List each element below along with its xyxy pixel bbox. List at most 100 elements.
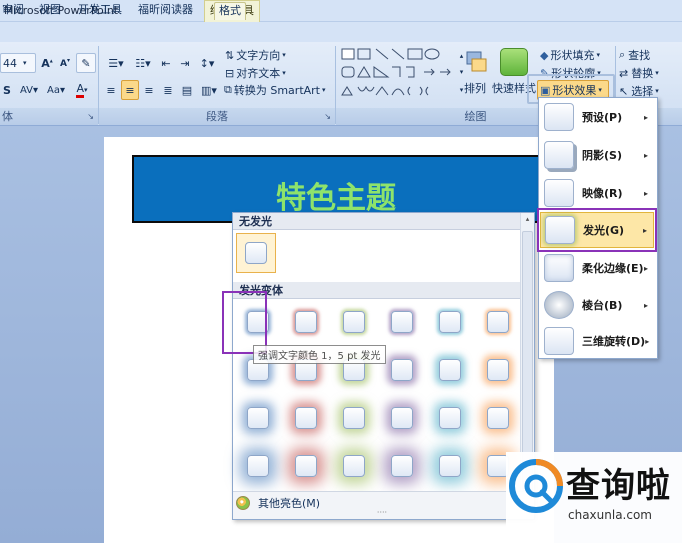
no-glow-header: 无发光	[233, 213, 520, 230]
submenu-arrow-icon: ▸	[644, 300, 649, 310]
effects-menu-item-label: 阴影(S)	[582, 149, 622, 162]
glow-item-highlight	[537, 208, 657, 252]
no-glow-swatch[interactable]	[236, 233, 276, 273]
grow-font-icon: A▴	[41, 56, 53, 70]
glow-variant-swatch[interactable]	[478, 398, 518, 438]
char-spacing-button[interactable]: AV▾	[16, 80, 42, 100]
font-size-box[interactable]: 44 ▾	[0, 53, 36, 73]
glow-preview-icon	[487, 311, 509, 333]
watermark: 查询啦 chaxunla.com	[506, 452, 682, 543]
tab-developer[interactable]: 开发工具	[74, 2, 126, 20]
tab-foxit-reader[interactable]: 福昕阅读器	[134, 2, 197, 20]
shrink-font-button[interactable]: A▾	[56, 53, 74, 73]
glow-variant-swatch[interactable]	[430, 446, 470, 486]
paint-bucket-icon: ◆	[540, 48, 549, 62]
glow-variant-swatch[interactable]	[334, 398, 374, 438]
justify-button[interactable]: ≣	[159, 80, 177, 100]
align-left-icon: ≡	[106, 83, 116, 97]
palette-icon	[236, 496, 250, 510]
grow-font-button[interactable]: A▴	[38, 53, 56, 73]
shadow-text-button[interactable]: S	[0, 80, 14, 100]
arrange-label: 排列	[464, 82, 486, 95]
effects-menu-item[interactable]: 三维旋转(D) ▸	[540, 323, 654, 359]
shape-fill-label: 形状填充	[550, 49, 595, 62]
glow-preview-icon	[439, 359, 461, 381]
effects-menu-item[interactable]: 棱台(B) ▸	[540, 287, 654, 323]
glow-variant-swatch[interactable]	[382, 398, 422, 438]
line-spacing-button[interactable]: ↕▾	[195, 53, 219, 73]
glow-variant-swatch[interactable]	[382, 446, 422, 486]
tab-review[interactable]: 审阅	[0, 2, 28, 20]
numbering-button[interactable]: ☷▾	[130, 53, 156, 73]
effects-menu-item[interactable]: 柔化边缘(E) ▸	[540, 250, 654, 286]
glow-variant-swatch[interactable]	[334, 302, 374, 342]
glow-variant-swatch[interactable]	[382, 350, 422, 390]
glow-preview-icon	[343, 311, 365, 333]
glow-variant-swatch[interactable]	[430, 350, 470, 390]
find-label: 查找	[628, 49, 651, 62]
scroll-up-arrow-icon[interactable]: ▴	[522, 215, 533, 227]
effects-menu-item[interactable]: 预设(P) ▸	[540, 99, 654, 135]
glow-variant-swatch[interactable]	[430, 398, 470, 438]
arrange-button[interactable]: 排列	[461, 44, 489, 104]
glow-preview-icon	[487, 407, 509, 429]
decrease-indent-icon: ⇤	[161, 56, 171, 70]
text-direction-button[interactable]: ⇅ 文字方向 ▾	[224, 45, 294, 65]
resize-grip-icon[interactable]: ····	[372, 509, 392, 517]
shadow-icon	[544, 141, 574, 169]
glow-preview-icon	[391, 407, 413, 429]
convert-smartart-button[interactable]: ⧉ 转换为 SmartArt ▾	[223, 80, 331, 100]
bevel-icon	[544, 291, 574, 319]
dialog-launcher-icon[interactable]: ↘	[324, 108, 331, 125]
bullets-button[interactable]: ☰▾	[103, 53, 129, 73]
glow-preview-icon	[247, 407, 269, 429]
align-right-button[interactable]: ≡	[140, 80, 158, 100]
shapes-gallery[interactable]	[340, 47, 456, 105]
increase-indent-button[interactable]: ⇥	[176, 53, 194, 73]
replace-button[interactable]: ⇄ 替换 ▾	[618, 63, 680, 83]
find-button[interactable]: ⌕ 查找	[618, 45, 680, 65]
align-left-button[interactable]: ≡	[102, 80, 120, 100]
distributed-button[interactable]: ▤	[178, 80, 196, 100]
shape-fill-button[interactable]: ◆ 形状填充 ▾	[539, 45, 609, 65]
font-color-button[interactable]: A ▾	[70, 80, 94, 100]
glow-preview-icon	[343, 455, 365, 477]
dialog-launcher-icon[interactable]: ↘	[87, 108, 94, 125]
decrease-indent-button[interactable]: ⇤	[157, 53, 175, 73]
arrange-icon	[466, 51, 487, 72]
glow-variant-swatch[interactable]	[238, 398, 278, 438]
glow-variant-swatch[interactable]	[286, 446, 326, 486]
change-case-button[interactable]: Aa▾	[44, 80, 68, 100]
glow-preview-icon	[247, 455, 269, 477]
align-center-icon: ≡	[125, 83, 135, 97]
glow-variant-swatch[interactable]	[478, 350, 518, 390]
more-glow-colors-label: 其他亮色(M)	[258, 497, 321, 510]
replace-icon: ⇄	[619, 66, 629, 80]
glow-variant-swatch[interactable]	[286, 398, 326, 438]
dropdown-arrow-icon: ▾	[23, 59, 27, 67]
glow-variant-swatch[interactable]	[478, 302, 518, 342]
glow-variant-swatch[interactable]	[286, 302, 326, 342]
submenu-arrow-icon: ▸	[644, 150, 649, 160]
align-center-button[interactable]: ≡	[121, 80, 139, 100]
char-spacing-icon: AV▾	[19, 84, 39, 96]
submenu-arrow-icon: ▸	[645, 336, 650, 346]
glow-variant-swatch[interactable]	[238, 446, 278, 486]
glow-variant-swatch[interactable]	[382, 302, 422, 342]
effects-menu-item[interactable]: 阴影(S) ▸	[540, 137, 654, 173]
clear-format-button[interactable]: ✎	[76, 53, 96, 73]
glow-variant-swatch[interactable]	[334, 446, 374, 486]
effects-menu-item[interactable]: 映像(R) ▸	[540, 175, 654, 211]
more-glow-colors-item[interactable]: 其他亮色(M)	[236, 495, 476, 511]
tab-format[interactable]: 格式	[214, 2, 246, 20]
glow-variant-swatch[interactable]	[430, 302, 470, 342]
glow-tooltip: 强调文字颜色 1，5 pt 发光	[253, 345, 386, 364]
columns-button[interactable]: ▥▾	[197, 80, 221, 100]
soft-edges-icon	[544, 254, 574, 282]
binoculars-icon: ⌕	[619, 48, 626, 61]
effects-menu-item-label: 三维旋转(D)	[582, 335, 646, 348]
font-size-value: 44	[3, 56, 17, 70]
reflection-icon	[544, 179, 574, 207]
glow-preview-icon	[295, 455, 317, 477]
tab-view[interactable]: 视图	[35, 2, 65, 20]
